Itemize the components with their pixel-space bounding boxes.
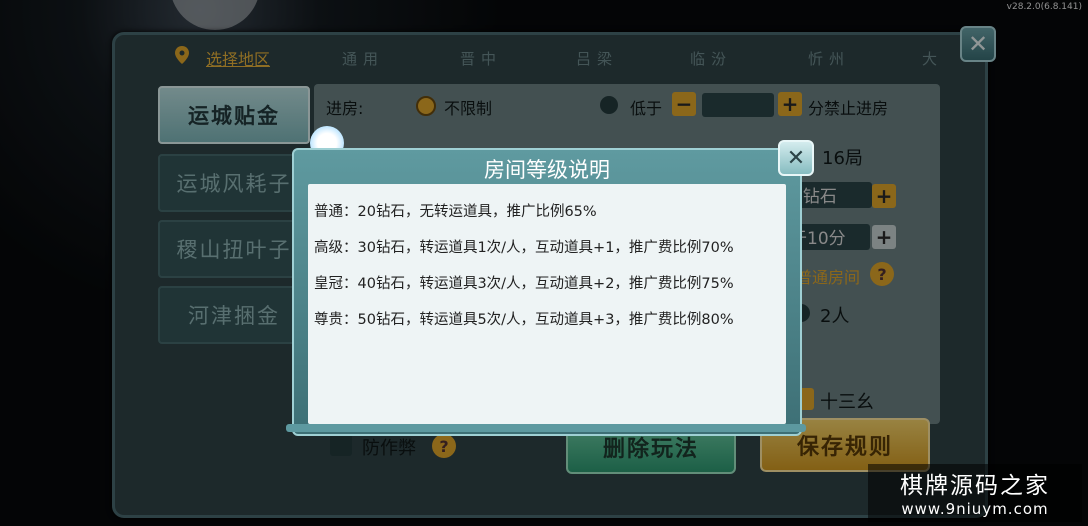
- close-icon: ✕: [786, 145, 806, 171]
- watermark-url: www.9niuym.com: [901, 500, 1049, 518]
- modal-base-bar: [286, 424, 806, 432]
- room-level-modal: 房间等级说明 普通：20钻石，无转运道具，推广比例65% 高级：30钻石，转运道…: [292, 148, 802, 436]
- watermark-title: 棋牌源码之家: [900, 473, 1050, 499]
- modal-body: 普通：20钻石，无转运道具，推广比例65% 高级：30钻石，转运道具1次/人，互…: [308, 184, 786, 424]
- modal-close-button[interactable]: ✕: [778, 140, 814, 176]
- rule-normal: 普通：20钻石，无转运道具，推广比例65%: [314, 204, 597, 220]
- watermark: 棋牌源码之家 www.9niuym.com: [868, 464, 1082, 522]
- rule-noble: 尊贵：50钻石，转运道具5次/人，互动道具+3，推广费比例80%: [314, 312, 734, 328]
- rule-advanced: 高级：30钻石，转运道具1次/人，互动道具+1，推广费比例70%: [314, 240, 734, 256]
- rule-crown: 皇冠：40钻石，转运道具3次/人，互动道具+2，推广费比例75%: [314, 276, 734, 292]
- modal-title: 房间等级说明: [484, 158, 610, 182]
